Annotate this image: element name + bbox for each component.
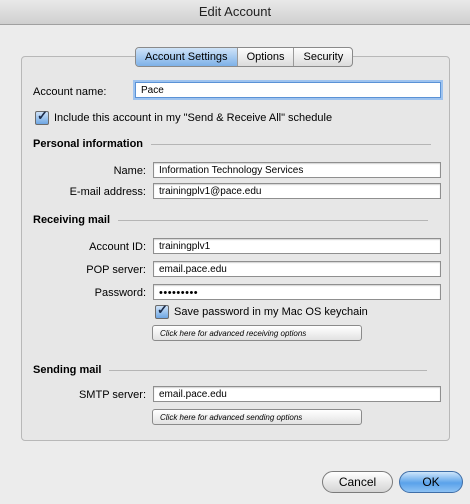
receiving-mail-title: Receiving mail [33, 214, 111, 226]
edit-account-window: Edit Account Account Settings Options Se… [0, 0, 470, 504]
divider [118, 219, 429, 221]
account-id-label: Account ID: [89, 241, 146, 253]
email-label: E-mail address: [69, 186, 146, 198]
account-id-field[interactable]: trainingplv1 [153, 238, 441, 254]
divider [109, 369, 428, 371]
advanced-receiving-button[interactable]: Click here for advanced receiving option… [152, 325, 362, 341]
tab-options[interactable]: Options [238, 48, 295, 66]
cancel-button[interactable]: Cancel [322, 471, 393, 493]
tab-bar: Account Settings Options Security [135, 47, 354, 67]
tab-account-settings[interactable]: Account Settings [136, 48, 238, 66]
checkbox-checked-icon [35, 108, 49, 125]
password-label: Password: [94, 287, 146, 299]
name-field[interactable]: Information Technology Services [153, 162, 441, 178]
name-label: Name: [113, 165, 146, 177]
advanced-sending-button[interactable]: Click here for advanced sending options [152, 409, 362, 425]
personal-information-header: Personal information [33, 138, 432, 150]
password-field[interactable]: ••••••••• [153, 284, 441, 300]
email-field[interactable]: trainingplv1@pace.edu [153, 183, 441, 199]
smtp-server-label: SMTP server: [78, 389, 146, 401]
receiving-mail-header: Receiving mail [33, 214, 429, 226]
window-title: Edit Account [0, 0, 470, 25]
account-name-label: Account name: [33, 86, 107, 98]
pop-server-field[interactable]: email.pace.edu [153, 261, 441, 277]
sending-mail-header: Sending mail [33, 364, 428, 376]
pop-server-label: POP server: [86, 264, 146, 276]
account-name-field[interactable]: Pace [135, 82, 441, 98]
divider [151, 143, 432, 145]
personal-information-title: Personal information [33, 138, 144, 150]
tab-security[interactable]: Security [294, 48, 352, 66]
save-password-label: Save password in my Mac OS keychain [174, 306, 368, 318]
include-schedule-label: Include this account in my "Send & Recei… [54, 112, 333, 124]
sending-mail-title: Sending mail [33, 364, 102, 376]
smtp-server-field[interactable]: email.pace.edu [153, 386, 441, 402]
ok-button[interactable]: OK [399, 471, 463, 493]
include-schedule-checkbox[interactable]: Include this account in my "Send & Recei… [35, 108, 333, 125]
save-password-checkbox[interactable]: Save password in my Mac OS keychain [155, 302, 368, 319]
checkbox-checked-icon [155, 302, 169, 319]
